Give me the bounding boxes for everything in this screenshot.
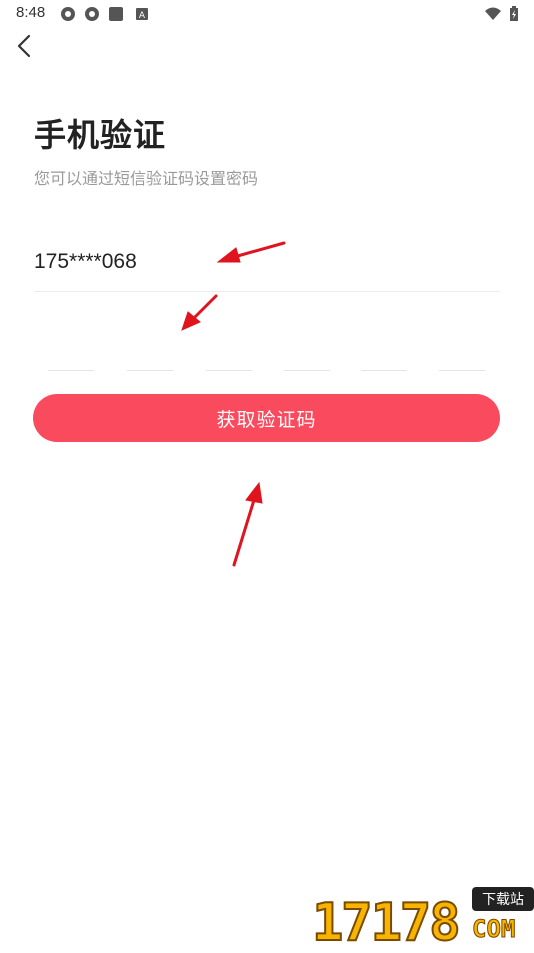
watermark-digits: 17178 xyxy=(311,892,462,953)
arrow-to-code xyxy=(192,294,218,320)
watermark-badge: 下载站 xyxy=(472,887,534,911)
watermark-logo: 17178 下载站 COM xyxy=(311,885,534,953)
arrow-to-phone xyxy=(232,241,286,259)
arrow-head xyxy=(216,247,241,263)
watermark-suffix: COM xyxy=(471,915,516,944)
annotation-arrows xyxy=(181,241,286,567)
arrow-to-button xyxy=(232,498,256,567)
arrow-head xyxy=(245,481,263,504)
